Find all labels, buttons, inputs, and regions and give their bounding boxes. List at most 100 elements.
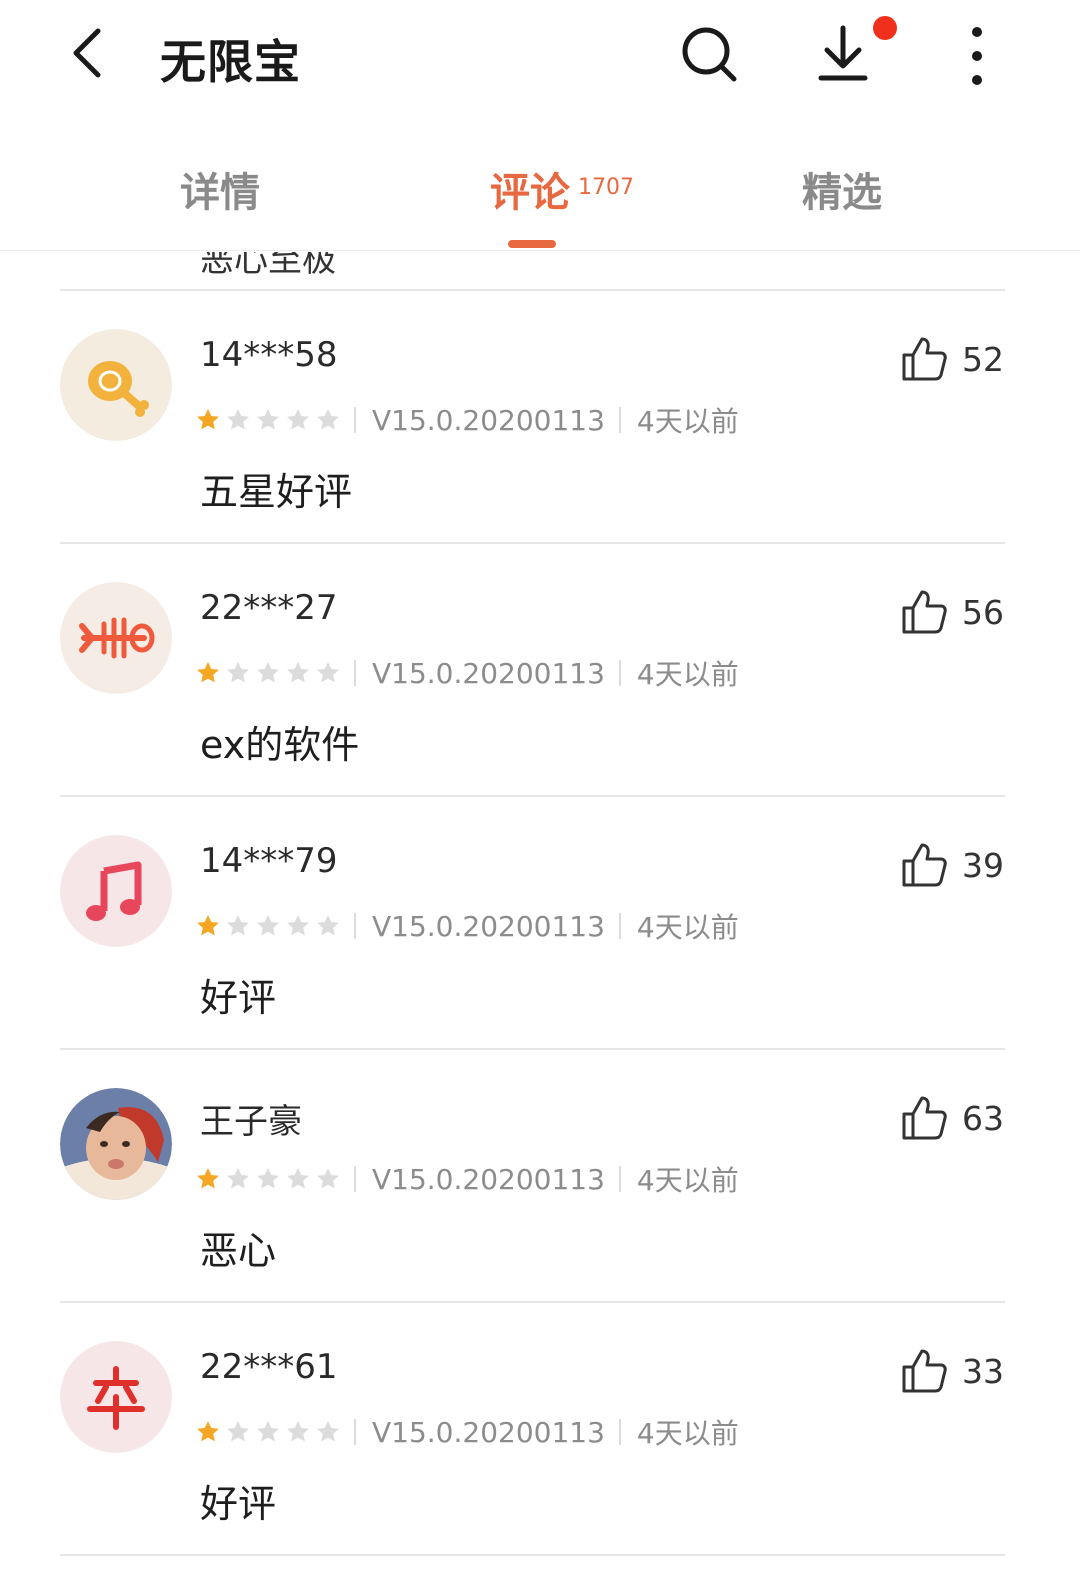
like-button[interactable]: 52 [900, 333, 1004, 385]
review-item: 王子豪 V15.0.20200113 4天以前 恶心 63 [0, 1050, 1080, 1303]
review-time: 4天以前 [636, 405, 739, 438]
review-content: 好评 [200, 976, 277, 1020]
username[interactable]: 14***79 [200, 841, 338, 881]
thumbs-up-icon [902, 1096, 947, 1140]
star-empty-icon [317, 1421, 339, 1442]
star-rating [196, 661, 340, 685]
star-empty-icon [317, 409, 339, 430]
star-empty-icon [227, 662, 249, 683]
like-button[interactable]: 39 [900, 839, 1004, 891]
tab-reviews[interactable]: 评论 1707 [490, 160, 634, 218]
back-button[interactable] [62, 25, 118, 81]
thumbs-up-icon [902, 590, 947, 634]
tab-bar: 详情 评论 1707 精选 [0, 140, 1080, 252]
app-version: V15.0.20200113 [372, 1162, 605, 1196]
thumbs-up-icon [902, 843, 947, 887]
star-empty-icon [287, 1421, 309, 1442]
star-empty-icon [257, 915, 279, 936]
separator [354, 407, 356, 433]
app-version: V15.0.20200113 [372, 909, 605, 943]
review-meta: V15.0.20200113 4天以前 [196, 656, 739, 691]
star-empty-icon [287, 662, 309, 683]
star-empty-icon [227, 1168, 249, 1189]
separator [618, 1419, 621, 1445]
separator [354, 660, 356, 686]
review-time: 4天以前 [636, 658, 739, 691]
thumbs-up-icon [902, 337, 947, 381]
app-header: 无限宝 [0, 0, 1080, 115]
separator [618, 1166, 621, 1192]
fishbone-icon [60, 582, 172, 694]
star-empty-icon [287, 1168, 309, 1189]
separator [618, 407, 621, 433]
previous-review-peek: 恶心至极 [60, 252, 1005, 290]
separator [354, 913, 356, 939]
divider [60, 1554, 1005, 1556]
tab-label: 精选 [802, 170, 882, 216]
separator [354, 1419, 356, 1445]
active-tab-indicator [508, 240, 556, 248]
star-empty-icon [317, 915, 339, 936]
more-options-button[interactable] [955, 20, 999, 92]
review-item: 14***79 V15.0.20200113 4天以前 好评 39 [0, 797, 1080, 1050]
like-button[interactable]: 33 [900, 1345, 1004, 1397]
app-title: 无限宝 [160, 35, 301, 89]
review-item: 14***58 V15.0.20200113 4天以前 五星好评 52 [0, 291, 1080, 544]
username[interactable]: 14***58 [200, 335, 338, 375]
review-item: 22***61 V15.0.20200113 4天以前 好评 33 [0, 1303, 1080, 1556]
username[interactable]: 22***27 [200, 588, 338, 628]
review-content: 恶心 [200, 1229, 277, 1273]
avatar[interactable] [60, 582, 172, 694]
search-icon [682, 27, 737, 82]
like-count: 52 [962, 339, 1004, 379]
star-filled-icon [197, 915, 219, 936]
avatar[interactable] [60, 329, 172, 441]
review-time: 4天以前 [636, 1417, 739, 1450]
star-empty-icon [257, 1168, 279, 1189]
star-empty-icon [287, 409, 309, 430]
star-empty-icon [317, 1168, 339, 1189]
like-count: 56 [962, 592, 1004, 632]
like-button[interactable]: 56 [900, 586, 1004, 638]
review-count: 1707 [578, 175, 634, 200]
review-time: 4天以前 [636, 1164, 739, 1197]
thumbs-up-icon [902, 1349, 947, 1393]
search-button[interactable] [680, 25, 740, 85]
avatar[interactable] [60, 835, 172, 947]
like-count: 33 [962, 1351, 1004, 1391]
username[interactable]: 22***61 [200, 1347, 338, 1387]
avatar[interactable] [60, 1088, 172, 1200]
like-count: 63 [962, 1098, 1004, 1138]
separator [618, 913, 621, 939]
star-empty-icon [257, 409, 279, 430]
photo-avatar [60, 1088, 172, 1200]
tab-details[interactable]: 详情 [180, 160, 260, 218]
tab-featured[interactable]: 精选 [802, 160, 882, 218]
review-content: ex的软件 [200, 723, 360, 767]
drumstick-icon [60, 329, 172, 441]
like-count: 39 [962, 845, 1004, 885]
chevron-left-icon [73, 28, 101, 78]
review-meta: V15.0.20200113 4天以前 [196, 403, 739, 438]
previous-review-content: 恶心至极 [200, 252, 336, 280]
like-button[interactable]: 63 [900, 1092, 1004, 1144]
download-button[interactable] [815, 22, 875, 86]
tab-label: 评论 [490, 170, 570, 216]
star-rating [196, 1167, 340, 1191]
review-content: 好评 [200, 1482, 277, 1526]
review-content: 五星好评 [200, 470, 353, 514]
star-rating [196, 914, 340, 938]
review-meta: V15.0.20200113 4天以前 [196, 909, 739, 944]
username[interactable]: 王子豪 [200, 1094, 302, 1143]
star-empty-icon [257, 662, 279, 683]
chess-pawn-icon [60, 1341, 172, 1453]
star-empty-icon [287, 915, 309, 936]
review-time: 4天以前 [636, 911, 739, 944]
tab-bar-border [0, 250, 1080, 251]
tab-label: 详情 [180, 170, 260, 216]
review-meta: V15.0.20200113 4天以前 [196, 1162, 739, 1197]
avatar[interactable] [60, 1341, 172, 1453]
notification-badge [873, 16, 897, 40]
star-rating [196, 1420, 340, 1444]
star-filled-icon [197, 1168, 219, 1189]
